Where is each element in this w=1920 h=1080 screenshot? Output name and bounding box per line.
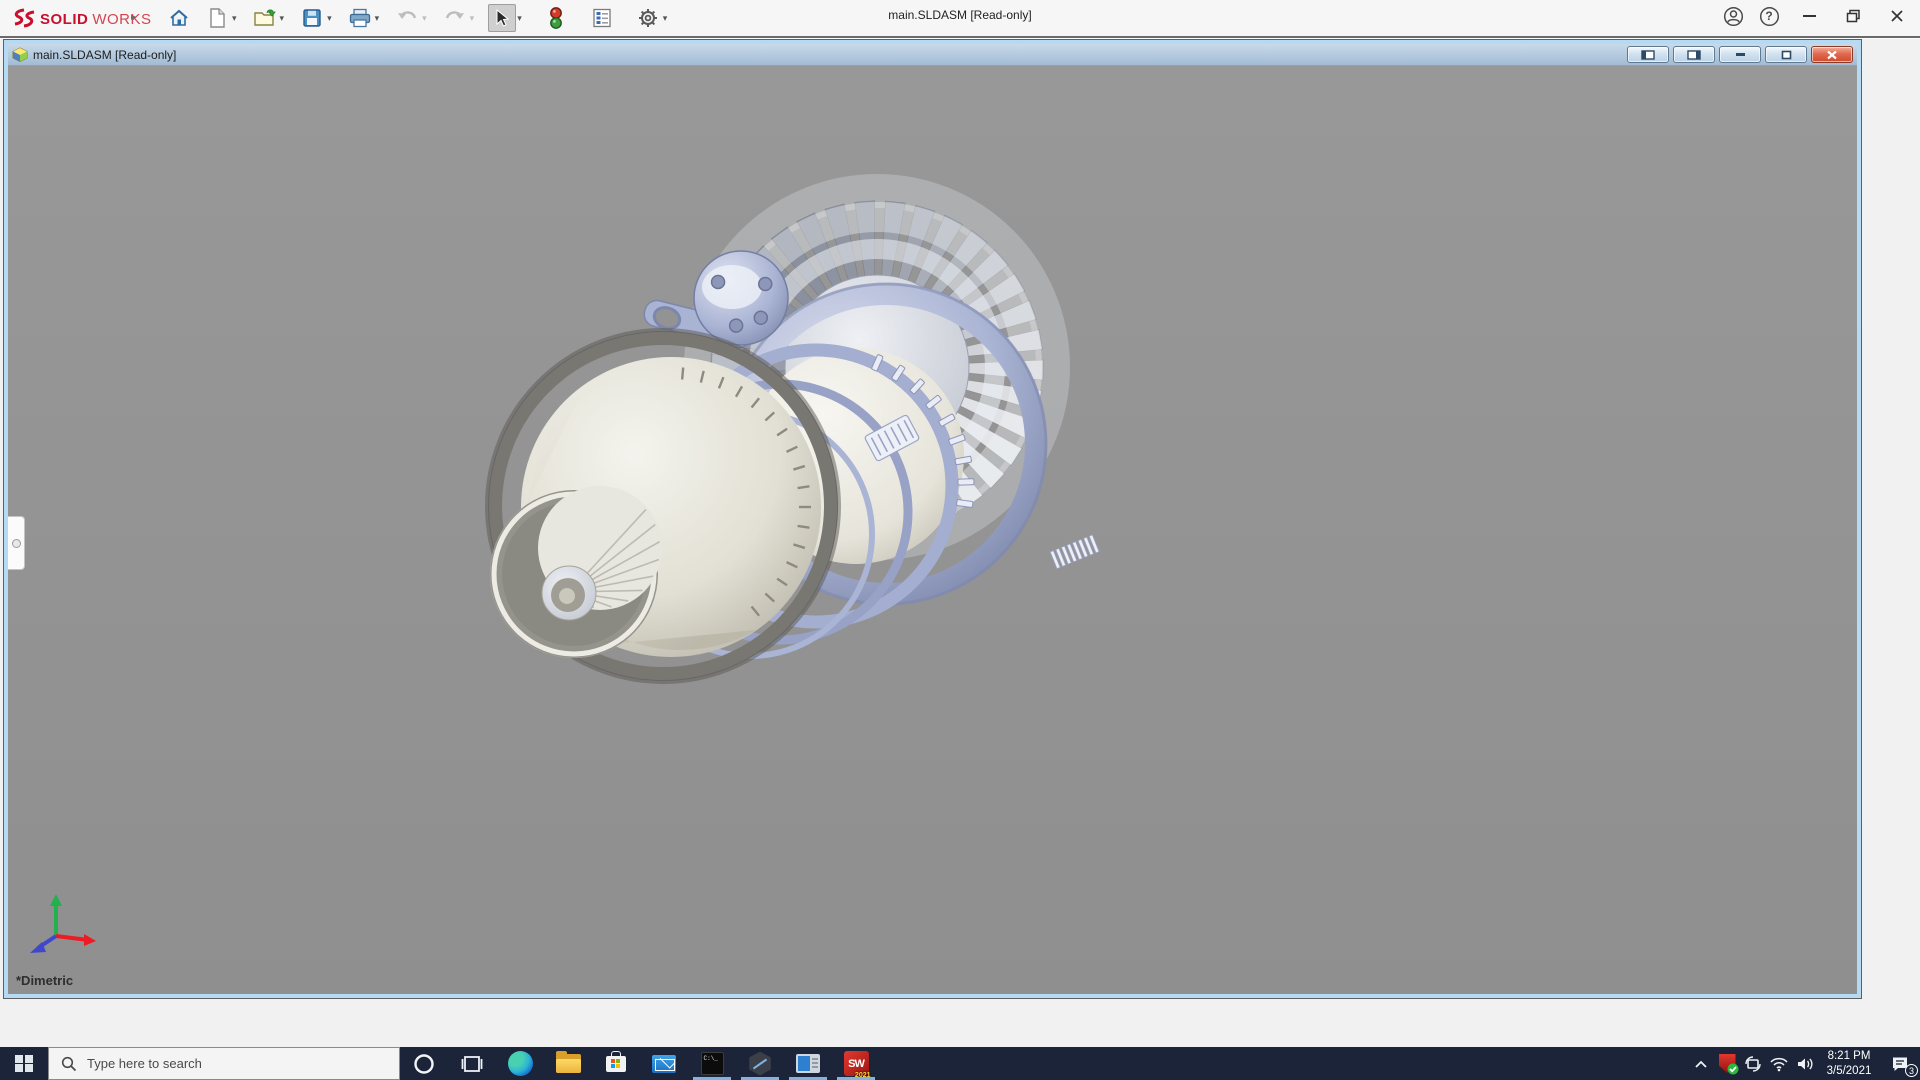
account-icon[interactable] [1722, 5, 1744, 27]
new-document-icon [210, 8, 225, 28]
save-caret[interactable]: ▾ [327, 13, 332, 24]
hexagon-app-icon [749, 1051, 771, 1076]
pane-left-icon[interactable] [1627, 46, 1669, 63]
redo-icon [445, 11, 464, 19]
brand-expand-caret[interactable]: ▸ [131, 10, 137, 23]
orientation-triad-icon [30, 894, 96, 953]
system-tray: 8:21 PM 3/5/2021 3 [1688, 1047, 1920, 1080]
solidworks-icon: SW 2021 [843, 1051, 871, 1079]
taskbar-app-window-button[interactable] [784, 1047, 832, 1080]
save-button[interactable] [298, 4, 326, 32]
minimize-icon[interactable] [1794, 3, 1824, 29]
traffic-light-icon [549, 7, 562, 29]
properties-icon [593, 8, 611, 28]
mail-icon [652, 1054, 676, 1073]
brand-works: WORKS [92, 10, 152, 28]
doc-close-icon[interactable] [1811, 46, 1853, 63]
sw-icon-text: SW [848, 1057, 865, 1070]
taskbar-hexagon-app-button[interactable] [736, 1047, 784, 1080]
cortana-icon [414, 1053, 434, 1074]
header-divider [0, 36, 1920, 39]
action-center-button[interactable]: 3 [1880, 1047, 1920, 1080]
restore-icon[interactable] [1838, 3, 1868, 29]
settings-button[interactable] [634, 4, 662, 32]
edge-icon [507, 1051, 533, 1076]
document-window: main.SLDASM [Read-only] *Dimetric [4, 40, 1861, 998]
main-toolbar: ▾ ▾ ▾ ▾ ▾ ▾ ▾ ▾ [165, 2, 681, 34]
redo-button[interactable] [441, 4, 469, 32]
app-window-icon [796, 1054, 820, 1073]
taskbar-clock[interactable]: 8:21 PM 3/5/2021 [1818, 1049, 1880, 1079]
solidworks-logo-mark [14, 8, 35, 28]
clock-date: 3/5/2021 [1826, 1064, 1872, 1077]
view-orientation-label: *Dimetric [16, 973, 74, 988]
flyout-tab-icon[interactable] [8, 516, 25, 570]
taskbar: Type here to search C:\_ SW 2021 8:21 PM… [0, 1047, 1920, 1080]
document-title: main.SLDASM [Read-only] [33, 47, 177, 62]
store-icon [606, 1050, 626, 1072]
select-tool-caret[interactable]: ▾ [517, 13, 522, 24]
open-icon [253, 9, 276, 26]
undo-button[interactable] [393, 4, 421, 32]
solidworks-monitor-icon[interactable] [1714, 1047, 1740, 1080]
document-titlebar[interactable]: main.SLDASM [Read-only] [8, 44, 1857, 66]
home-button[interactable] [165, 4, 193, 32]
taskbar-edge-button[interactable] [496, 1047, 544, 1080]
settings-caret[interactable]: ▾ [663, 13, 668, 24]
wifi-icon[interactable] [1766, 1047, 1792, 1080]
undo-caret[interactable]: ▾ [422, 13, 427, 24]
save-icon [303, 9, 321, 27]
pane-right-icon[interactable] [1673, 46, 1715, 63]
doc-restore-icon[interactable] [1765, 46, 1807, 63]
document-window-controls [1627, 46, 1853, 63]
assembly-document-icon [12, 46, 28, 62]
print-caret[interactable]: ▾ [375, 13, 380, 24]
taskbar-explorer-button[interactable] [544, 1047, 592, 1080]
task-view-button[interactable] [448, 1047, 496, 1080]
help-glyph: ? [1765, 9, 1773, 23]
taskbar-cmd-button[interactable]: C:\_ [688, 1047, 736, 1080]
cast-display-icon[interactable] [1740, 1047, 1766, 1080]
task-view-icon [461, 1055, 483, 1072]
traffic-light-button[interactable] [542, 4, 570, 32]
select-arrow-icon [496, 8, 510, 27]
open-caret[interactable]: ▾ [280, 13, 285, 24]
select-tool-button[interactable] [488, 4, 517, 32]
cmd-icon: C:\_ [700, 1052, 724, 1075]
search-icon [61, 1056, 77, 1071]
new-document-caret[interactable]: ▾ [232, 13, 237, 24]
start-icon [15, 1054, 33, 1073]
redo-caret[interactable]: ▾ [470, 13, 475, 24]
clock-time: 8:21 PM [1827, 1049, 1871, 1062]
properties-button[interactable] [588, 4, 616, 32]
file-explorer-icon [555, 1051, 581, 1073]
tray-chevron-icon[interactable] [1688, 1047, 1714, 1080]
settings-gear-icon [638, 9, 657, 27]
graphics-viewport[interactable]: *Dimetric [8, 66, 1857, 994]
doc-minimize-icon[interactable] [1719, 46, 1761, 63]
search-placeholder: Type here to search [87, 1056, 202, 1071]
brand-solid: SOLID [40, 10, 89, 28]
open-button[interactable] [251, 4, 279, 32]
help-icon[interactable]: ? [1758, 5, 1780, 27]
new-document-button[interactable] [203, 4, 231, 32]
notification-badge: 3 [1905, 1064, 1918, 1077]
start-button[interactable] [0, 1047, 48, 1080]
taskbar-solidworks-button[interactable]: SW 2021 [832, 1047, 880, 1080]
taskbar-store-button[interactable] [592, 1047, 640, 1080]
taskbar-mail-button[interactable] [640, 1047, 688, 1080]
header-right-controls: ? [1722, 0, 1912, 32]
cortana-button[interactable] [400, 1047, 448, 1080]
print-button[interactable] [346, 4, 374, 32]
engine-3d-model [485, 174, 1100, 684]
print-icon [349, 8, 370, 28]
app-header: SOLIDWORKS ▸ main.SLDASM [Read-only] ▾ [0, 0, 1920, 38]
close-icon[interactable] [1882, 3, 1912, 29]
taskbar-search[interactable]: Type here to search [48, 1047, 400, 1080]
volume-icon[interactable] [1792, 1047, 1818, 1080]
home-icon [170, 9, 188, 26]
undo-icon [398, 11, 417, 19]
